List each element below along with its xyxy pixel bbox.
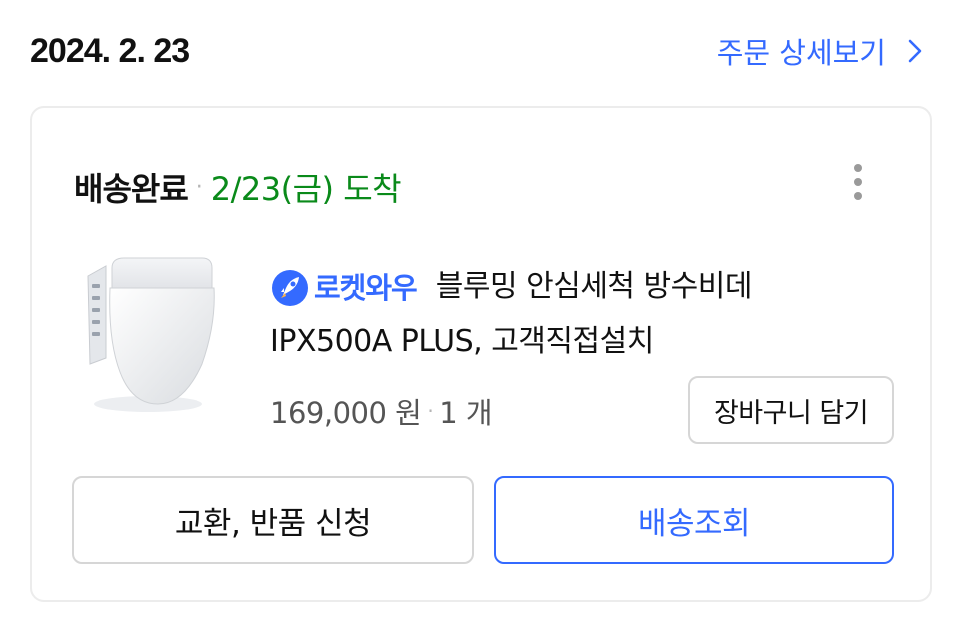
- product-image[interactable]: [76, 254, 216, 418]
- badge-text: 로켓와우: [314, 270, 418, 305]
- add-to-cart-button[interactable]: 장바구니 담기: [688, 376, 894, 444]
- chevron-right-icon: [908, 39, 922, 63]
- order-header: 2024. 2. 23 주문 상세보기: [30, 28, 926, 78]
- order-detail-label: 주문 상세보기: [716, 36, 886, 70]
- product-price: 169,000 원: [270, 396, 422, 430]
- track-delivery-button[interactable]: 배송조회: [494, 476, 894, 564]
- product-info[interactable]: 로켓와우 블루밍 안심세척 방수비데 IPX500A PLUS, 고객직접설치: [270, 260, 910, 369]
- separator-dot: ·: [195, 174, 203, 200]
- delivery-status: 배송완료: [74, 170, 189, 208]
- order-date: 2024. 2. 23: [30, 32, 190, 70]
- order-detail-link[interactable]: 주문 상세보기: [717, 30, 926, 72]
- shipment-status-row: 배송완료 · 2/23(금) 도착: [74, 164, 402, 210]
- rocket-icon: [272, 269, 308, 306]
- exchange-return-button[interactable]: 교환, 반품 신청: [72, 476, 474, 564]
- product-quantity: 1 개: [439, 396, 493, 430]
- order-history-page: 2024. 2. 23 주문 상세보기 배송완료 · 2/23(금) 도착 로켓…: [0, 0, 966, 624]
- separator-dot: ·: [427, 399, 434, 423]
- order-card: 배송완료 · 2/23(금) 도착 로켓와우 블루밍 안심세척 방수비데 IPX…: [30, 106, 932, 602]
- product-title-line-2: IPX500A PLUS, 고객직접설치: [270, 323, 654, 359]
- rocket-wow-badge: 로켓와우: [270, 261, 418, 315]
- more-options-icon[interactable]: [846, 164, 870, 208]
- product-title-text-1: 블루밍 안심세척 방수비데: [435, 269, 753, 304]
- price-row: 169,000 원 · 1 개: [270, 390, 493, 432]
- arrival-date: 2/23(금) 도착: [210, 170, 402, 208]
- product-title-line-1: 로켓와우 블루밍 안심세척 방수비데: [270, 260, 910, 315]
